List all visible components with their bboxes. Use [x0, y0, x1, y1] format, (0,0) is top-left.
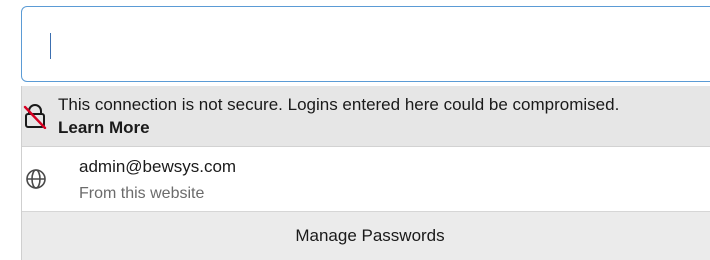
warning-message: This connection is not secure. Logins en…: [58, 93, 658, 139]
login-source: From this website: [79, 185, 205, 202]
warning-text: This connection is not secure. Logins en…: [58, 95, 620, 114]
insecure-login-warning: This connection is not secure. Logins en…: [22, 86, 710, 147]
globe-icon: [25, 168, 47, 190]
password-autocomplete-screen: This connection is not secure. Logins en…: [0, 0, 710, 260]
manage-passwords-label: Manage Passwords: [295, 226, 445, 245]
insecure-lock-icon: [23, 103, 47, 130]
learn-more-link[interactable]: Learn More: [58, 118, 150, 137]
manage-passwords-button[interactable]: Manage Passwords: [22, 211, 710, 260]
text-caret: [50, 33, 51, 59]
saved-login-item[interactable]: admin@bewsys.com From this website: [22, 147, 710, 211]
autocomplete-popup: This connection is not secure. Logins en…: [21, 86, 710, 260]
login-username: admin@bewsys.com: [79, 157, 237, 176]
password-input[interactable]: [21, 6, 710, 82]
